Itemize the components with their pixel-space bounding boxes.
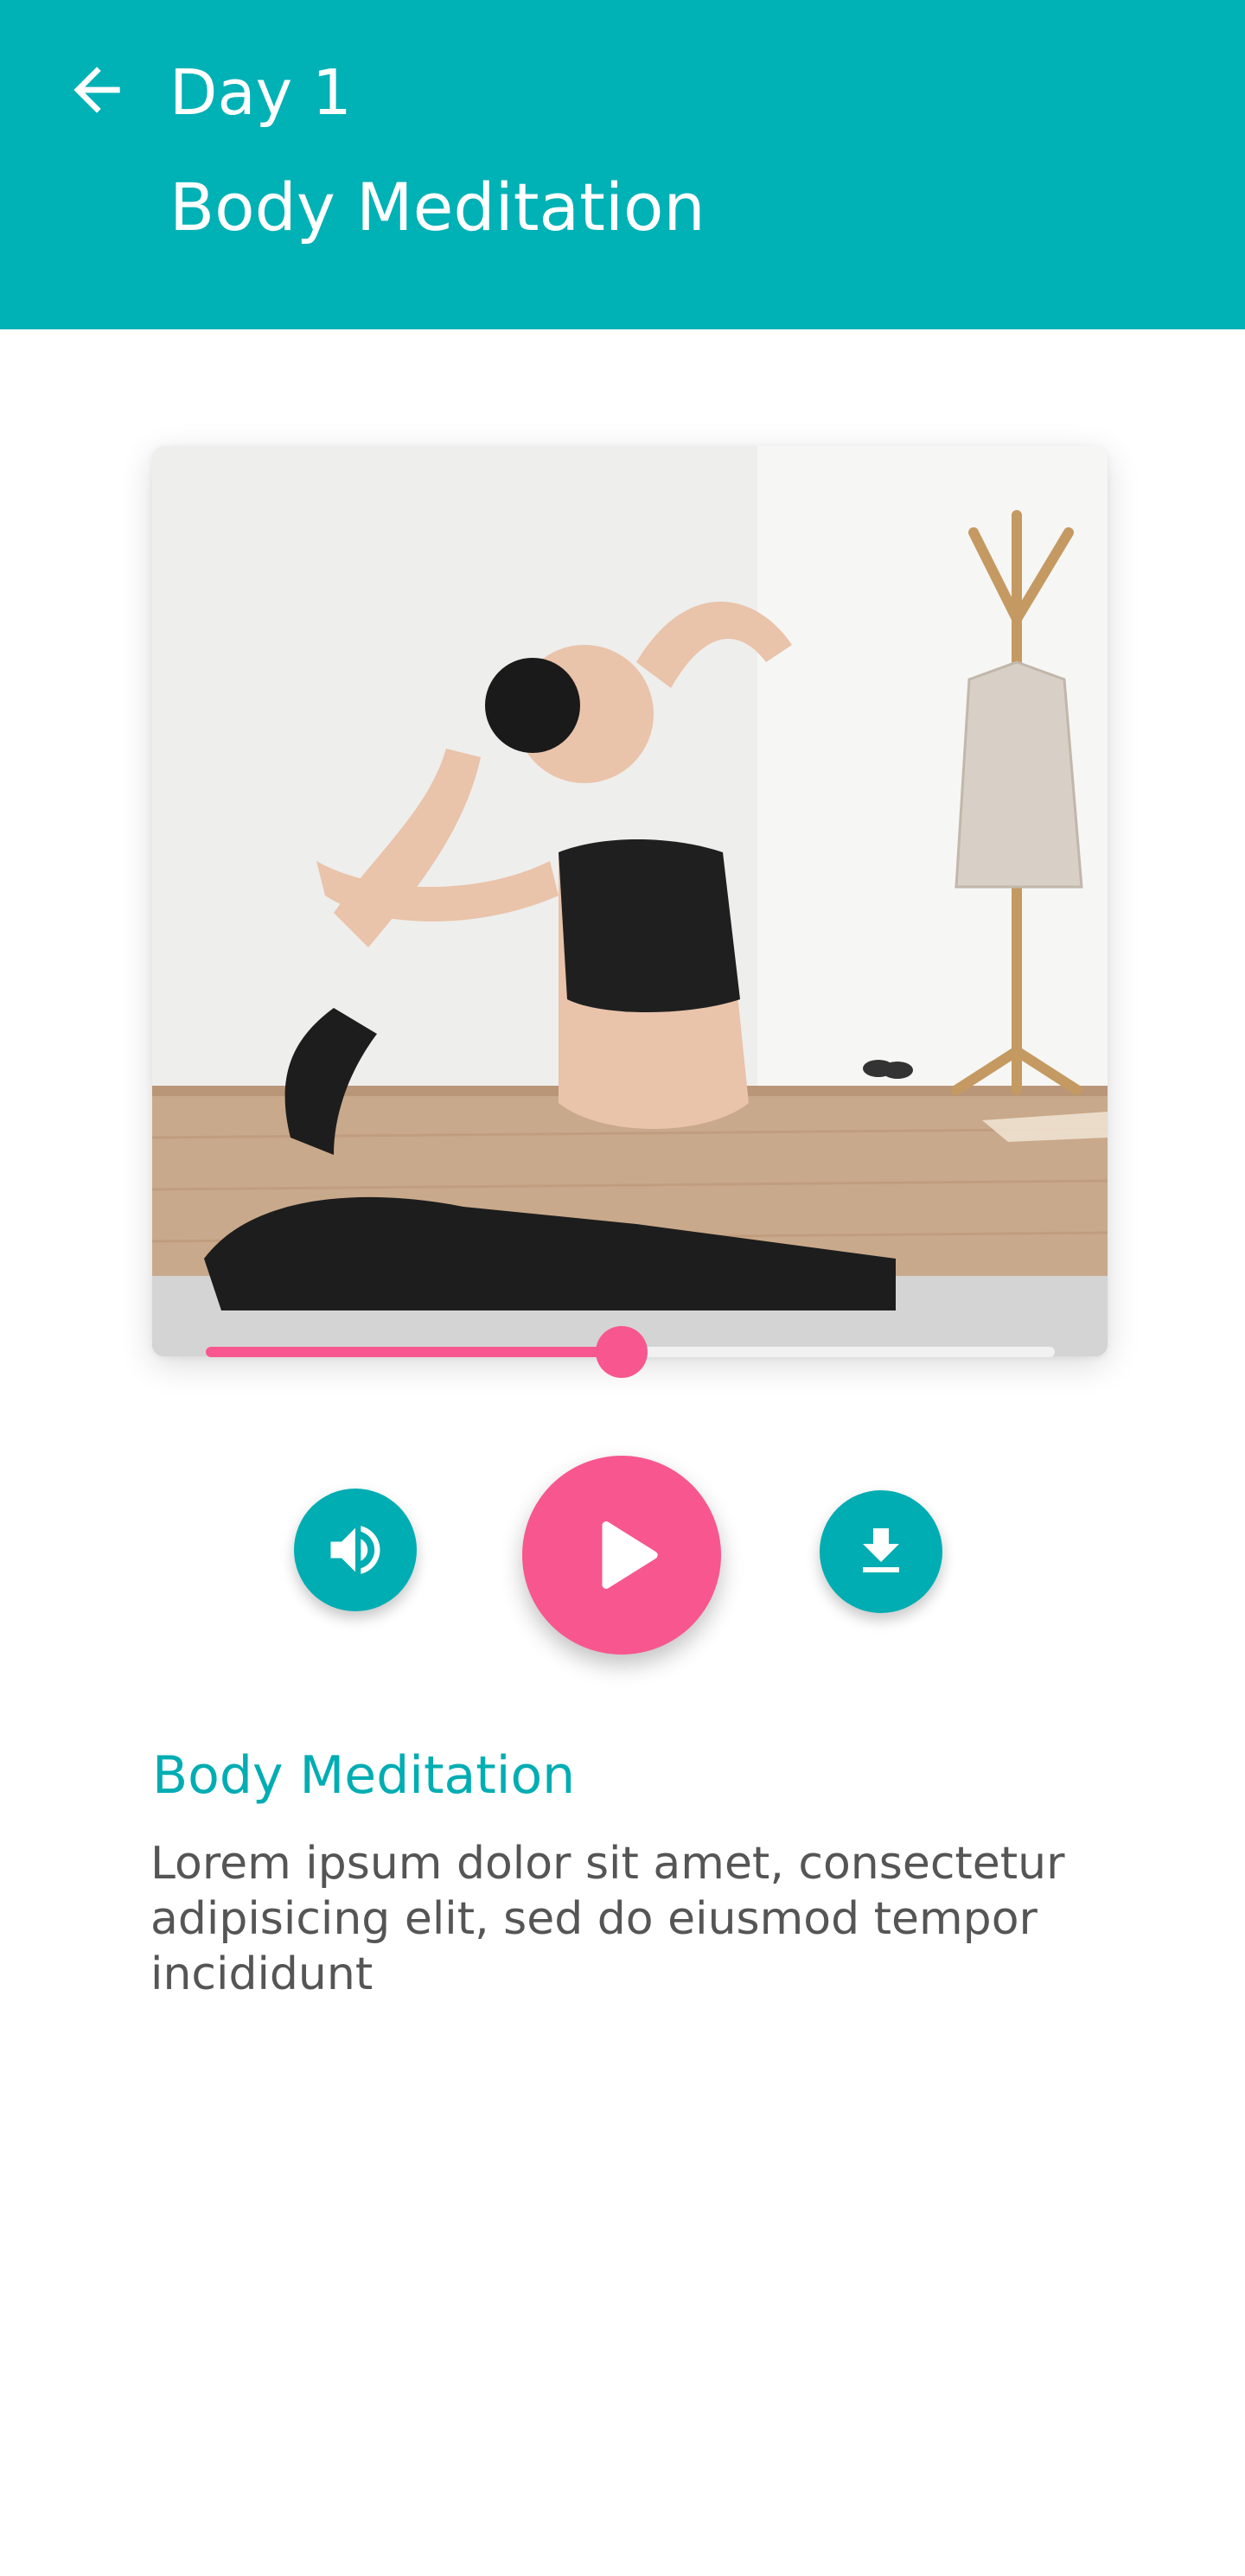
play-icon (602, 1521, 658, 1589)
play-button[interactable] (522, 1456, 721, 1655)
track-title: Body Meditation (152, 1745, 576, 1806)
progress-thumb[interactable] (596, 1326, 648, 1378)
yoga-photo (152, 446, 1108, 1356)
back-button[interactable] (52, 45, 142, 135)
progress-bar[interactable] (206, 1326, 1055, 1378)
arrow-left-icon (73, 67, 120, 113)
page-subtitle: Body Meditation (169, 169, 706, 245)
app-header: Day 1 Body Meditation (0, 0, 1245, 329)
media-artwork-card (152, 446, 1108, 1356)
progress-fill (206, 1347, 622, 1357)
download-button[interactable] (820, 1490, 942, 1613)
download-icon (863, 1528, 899, 1572)
day-title: Day 1 (169, 56, 352, 129)
track-description: Lorem ipsum dolor sit amet, consectetur … (150, 1838, 1065, 2000)
volume-button[interactable] (294, 1489, 417, 1611)
volume-up-icon (330, 1526, 380, 1574)
